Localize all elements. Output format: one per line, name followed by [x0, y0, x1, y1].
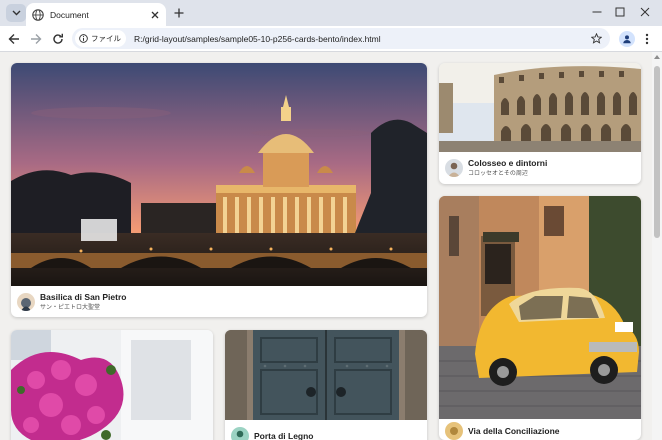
avatar [445, 159, 463, 177]
avatar [231, 427, 249, 440]
back-button[interactable] [5, 30, 23, 48]
minimize-button[interactable] [586, 4, 608, 20]
card-caption-basilica: Basilica di San Pietro サン・ピエトロ大聖堂 [11, 290, 427, 314]
tab-title: Document [50, 9, 89, 20]
new-tab-button[interactable] [171, 5, 187, 21]
card-title: Colosseo e dintorni [468, 158, 548, 168]
chevron-down-icon [12, 10, 20, 16]
menu-button[interactable] [641, 31, 653, 47]
info-icon [79, 34, 88, 43]
card-image-flowers [11, 330, 213, 440]
card-caption-porta: Porta di Legno [225, 426, 427, 440]
scrollbar[interactable] [652, 52, 662, 440]
url-text[interactable]: R:/grid-layout/samples/sample05-10-p256-… [134, 34, 381, 44]
bookmark-button[interactable] [589, 31, 604, 46]
tab-document[interactable]: Document [26, 3, 166, 26]
close-icon[interactable] [148, 8, 162, 22]
card-flowers[interactable] [11, 330, 213, 440]
card-colosseo[interactable]: Colosseo e dintorni コロッセオとその周辺 [439, 63, 641, 184]
reload-icon [53, 33, 63, 44]
card-subtitle: サン・ピエトロ大聖堂 [40, 304, 101, 311]
globe-icon [32, 8, 44, 21]
site-info-label: ファイル [91, 34, 121, 43]
card-image-conciliazione [439, 196, 641, 419]
card-basilica[interactable]: Basilica di San Pietro サン・ピエトロ大聖堂 [11, 63, 427, 317]
tab-search-button[interactable] [6, 4, 26, 22]
maximize-icon [615, 7, 625, 17]
card-title: Via della Conciliazione [468, 425, 560, 436]
site-info-chip[interactable]: ファイル [75, 30, 126, 47]
kebab-icon [645, 33, 649, 45]
close-window-button[interactable] [634, 4, 656, 20]
arrow-right-icon [31, 34, 42, 44]
avatar [17, 293, 35, 311]
reload-button[interactable] [49, 30, 67, 48]
page-viewport: Basilica di San Pietro サン・ピエトロ大聖堂 Coloss… [0, 52, 662, 440]
avatar [445, 422, 463, 440]
card-subtitle: コロッセオとその周辺 [468, 170, 528, 177]
toolbar: ファイル R:/grid-layout/samples/sample05-10-… [0, 26, 662, 52]
card-image-porta [225, 330, 427, 420]
card-image-basilica [11, 63, 427, 286]
card-porta[interactable]: Porta di Legno [225, 330, 427, 440]
address-bar[interactable]: ファイル R:/grid-layout/samples/sample05-10-… [72, 28, 610, 49]
card-conciliazione[interactable]: Via della Conciliazione [439, 196, 641, 440]
card-image-colosseo [439, 63, 641, 152]
plus-icon [174, 8, 184, 18]
maximize-button[interactable] [609, 4, 631, 20]
arrow-left-icon [8, 34, 19, 44]
close-icon [640, 7, 650, 17]
profile-button[interactable] [619, 31, 635, 47]
card-caption-colosseo: Colosseo e dintorni コロッセオとその周辺 [439, 156, 641, 180]
star-icon [591, 33, 602, 44]
minimize-icon [592, 11, 602, 13]
scrollbar-thumb[interactable] [654, 66, 660, 238]
forward-button[interactable] [27, 30, 45, 48]
card-title: Basilica di San Pietro [40, 292, 127, 302]
person-icon [623, 35, 631, 44]
card-title: Porta di Legno [254, 430, 314, 440]
scroll-up-arrow-icon[interactable] [654, 55, 660, 59]
card-caption-conciliazione: Via della Conciliazione [439, 422, 641, 440]
tab-strip: Document [0, 0, 662, 26]
